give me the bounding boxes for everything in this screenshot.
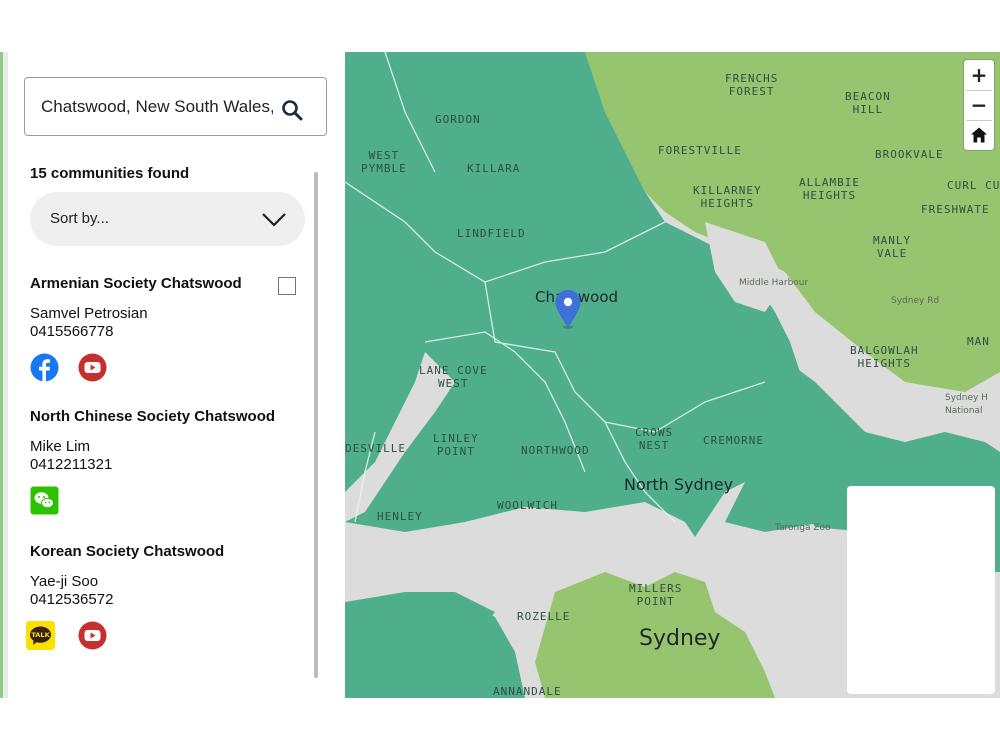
map-label-cremorne: CREMORNE	[703, 434, 764, 447]
community-phone: 0412211321	[30, 456, 113, 473]
map-label-middle-harbour: Middle Harbour	[739, 278, 809, 288]
community-name[interactable]: North Chinese Society Chatswood	[30, 408, 310, 426]
map-label-forestville: FORESTVILLE	[658, 144, 742, 157]
community-contact: Samvel Petrosian	[30, 305, 148, 322]
map-label-lindfield: LINDFIELD	[457, 227, 526, 240]
community-item: Armenian Society Chatswood Samvel Petros…	[30, 275, 310, 383]
community-phone: 0412536572	[30, 591, 114, 608]
map-label-gordon: GORDON	[435, 113, 481, 126]
community-item: North Chinese Society Chatswood Mike Lim…	[30, 408, 310, 516]
community-name[interactable]: Korean Society Chatswood	[30, 543, 310, 561]
sort-dropdown[interactable]: Sort by...	[30, 192, 305, 246]
map-label-north-sydney[interactable]: North Sydney	[624, 475, 733, 494]
map-label-sydney-national: Sydney H National	[945, 393, 988, 416]
chevron-down-icon	[262, 213, 286, 227]
map-label-henley: HENLEY	[377, 510, 423, 523]
community-contact: Mike Lim	[30, 438, 91, 455]
map-zoom-controls: + −	[964, 60, 994, 150]
map-label-linley-point: LINLEY POINT	[433, 432, 479, 458]
kakaotalk-icon[interactable]: TALK	[26, 621, 55, 650]
map-label-allambie-heights: ALLAMBIE HEIGHTS	[799, 176, 860, 202]
search-input[interactable]	[41, 94, 273, 120]
map-label-west-pymble: WEST PYMBLE	[361, 149, 407, 175]
map-label-killarney-heights: KILLARNEY HEIGHTS	[693, 184, 762, 210]
results-count: 15 communities found	[30, 165, 190, 182]
location-pin-icon[interactable]	[554, 289, 582, 329]
map-info-overlay	[847, 486, 995, 694]
map-label-annandale: ANNANDALE	[493, 685, 562, 698]
map-label-frenchs-forest: FRENCHS FOREST	[725, 72, 779, 98]
map-label-sydney[interactable]: Sydney	[639, 626, 720, 651]
map-label-beacon-hill: BEACON HILL	[845, 90, 891, 116]
facebook-icon[interactable]	[30, 353, 59, 382]
scrollbar-thumb[interactable]	[314, 172, 318, 678]
community-name[interactable]: Armenian Society Chatswood	[30, 275, 310, 293]
map-label-freshwater: FRESHWATE	[921, 203, 990, 216]
search-icon[interactable]	[280, 98, 304, 122]
map-label-woolwich: WOOLWICH	[497, 499, 558, 512]
map-label-desville-partial: DESVILLE	[345, 442, 406, 455]
community-item: Korean Society Chatswood Yae-ji Soo 0412…	[26, 543, 310, 651]
home-button[interactable]	[964, 120, 994, 150]
map-label-lane-cove-west: LANE COVE WEST	[419, 364, 488, 390]
map-label-brookvale: BROOKVALE	[875, 148, 944, 161]
map-label-taronga-zoo: Taronga Zoo	[775, 523, 831, 533]
community-phone: 0415566778	[30, 323, 114, 340]
map-label-balgowlah-heights: BALGOWLAH HEIGHTS	[850, 344, 919, 370]
sort-label: Sort by...	[50, 210, 109, 227]
map-label-curl-curl: CURL CU	[947, 179, 1000, 192]
map-label-millers-point: MILLERS POINT	[629, 582, 683, 608]
kakaotalk-badge-text: TALK	[31, 631, 50, 639]
community-contact: Yae-ji Soo	[30, 573, 99, 590]
map-label-sydney-rd: Sydney Rd	[891, 296, 940, 306]
youtube-icon[interactable]	[78, 353, 107, 382]
search-box	[24, 77, 327, 136]
youtube-icon[interactable]	[78, 621, 107, 650]
map-label-northwood: NORTHWOOD	[521, 444, 590, 457]
map-label-manly-partial: MAN	[967, 335, 990, 348]
community-select-checkbox[interactable]	[278, 277, 296, 295]
community-sidebar: 15 communities found Sort by... Armenian…	[8, 52, 344, 698]
map-label-killara: KILLARA	[467, 162, 521, 175]
map-label-manly-vale: MANLY VALE	[873, 234, 912, 260]
map-label-crows-nest: CROWS NEST	[635, 426, 674, 452]
map-label-rozelle: ROZELLE	[517, 610, 571, 623]
zoom-out-button[interactable]: −	[964, 90, 994, 120]
left-edge-strip	[0, 52, 8, 698]
wechat-icon[interactable]	[30, 486, 59, 515]
zoom-in-button[interactable]: +	[964, 60, 994, 90]
map-view[interactable]: FRENCHS FOREST BEACON HILL GORDON WEST P…	[345, 52, 1000, 698]
home-icon	[971, 127, 987, 143]
